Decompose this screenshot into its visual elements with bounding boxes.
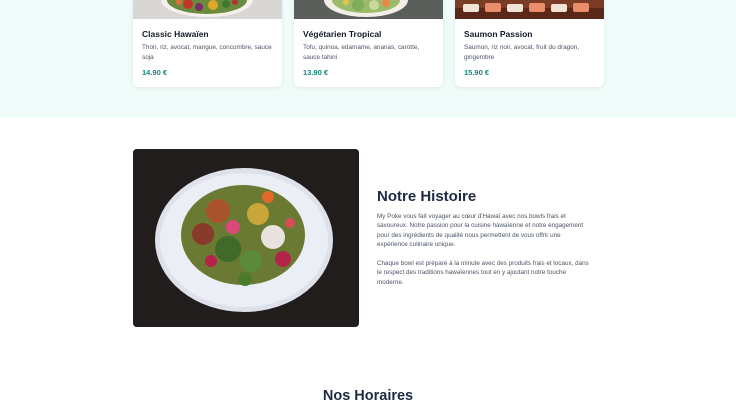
card-description: Saumon, riz noir, avocat, fruit du drago… [464,44,580,61]
card-price: 13.90 € [303,68,329,77]
story-paragraph-1: My Poke vous fait voyager au cœur d'Hawa… [377,213,584,249]
story-title: Notre Histoire [377,188,477,205]
menu-card-saumon-passion[interactable]: Saumon Passion Saumon, riz noir, avocat,… [455,0,604,87]
story-paragraph-2: Chaque bowl est préparé à la minute avec… [377,260,589,286]
card-description: Thon, riz, avocat, mangue, concombre, sa… [142,44,272,61]
menu-card-classic-hawaien[interactable]: Classic Hawaïen Thon, riz, avocat, mangu… [133,0,282,87]
poke-bowl-image [294,0,443,19]
poke-bowl-image [133,0,282,19]
card-price: 15.90 € [464,68,490,77]
menu-card-vegetarien-tropical[interactable]: Végétarien Tropical Tofu, quinoa, edamam… [294,0,443,87]
card-price: 14.90 € [142,68,168,77]
hours-title: Nos Horaires [322,388,414,404]
card-description: Tofu, quinoa, edamame, ananas, carotte, … [303,44,420,61]
card-title: Classic Hawaïen [142,29,209,39]
salad-plate-image [133,149,359,327]
card-title: Végétarien Tropical [303,29,382,39]
card-title: Saumon Passion [464,29,533,39]
sushi-plate-image [455,0,604,19]
menu-section: Classic Hawaïen Thon, riz, avocat, mangu… [0,0,736,118]
